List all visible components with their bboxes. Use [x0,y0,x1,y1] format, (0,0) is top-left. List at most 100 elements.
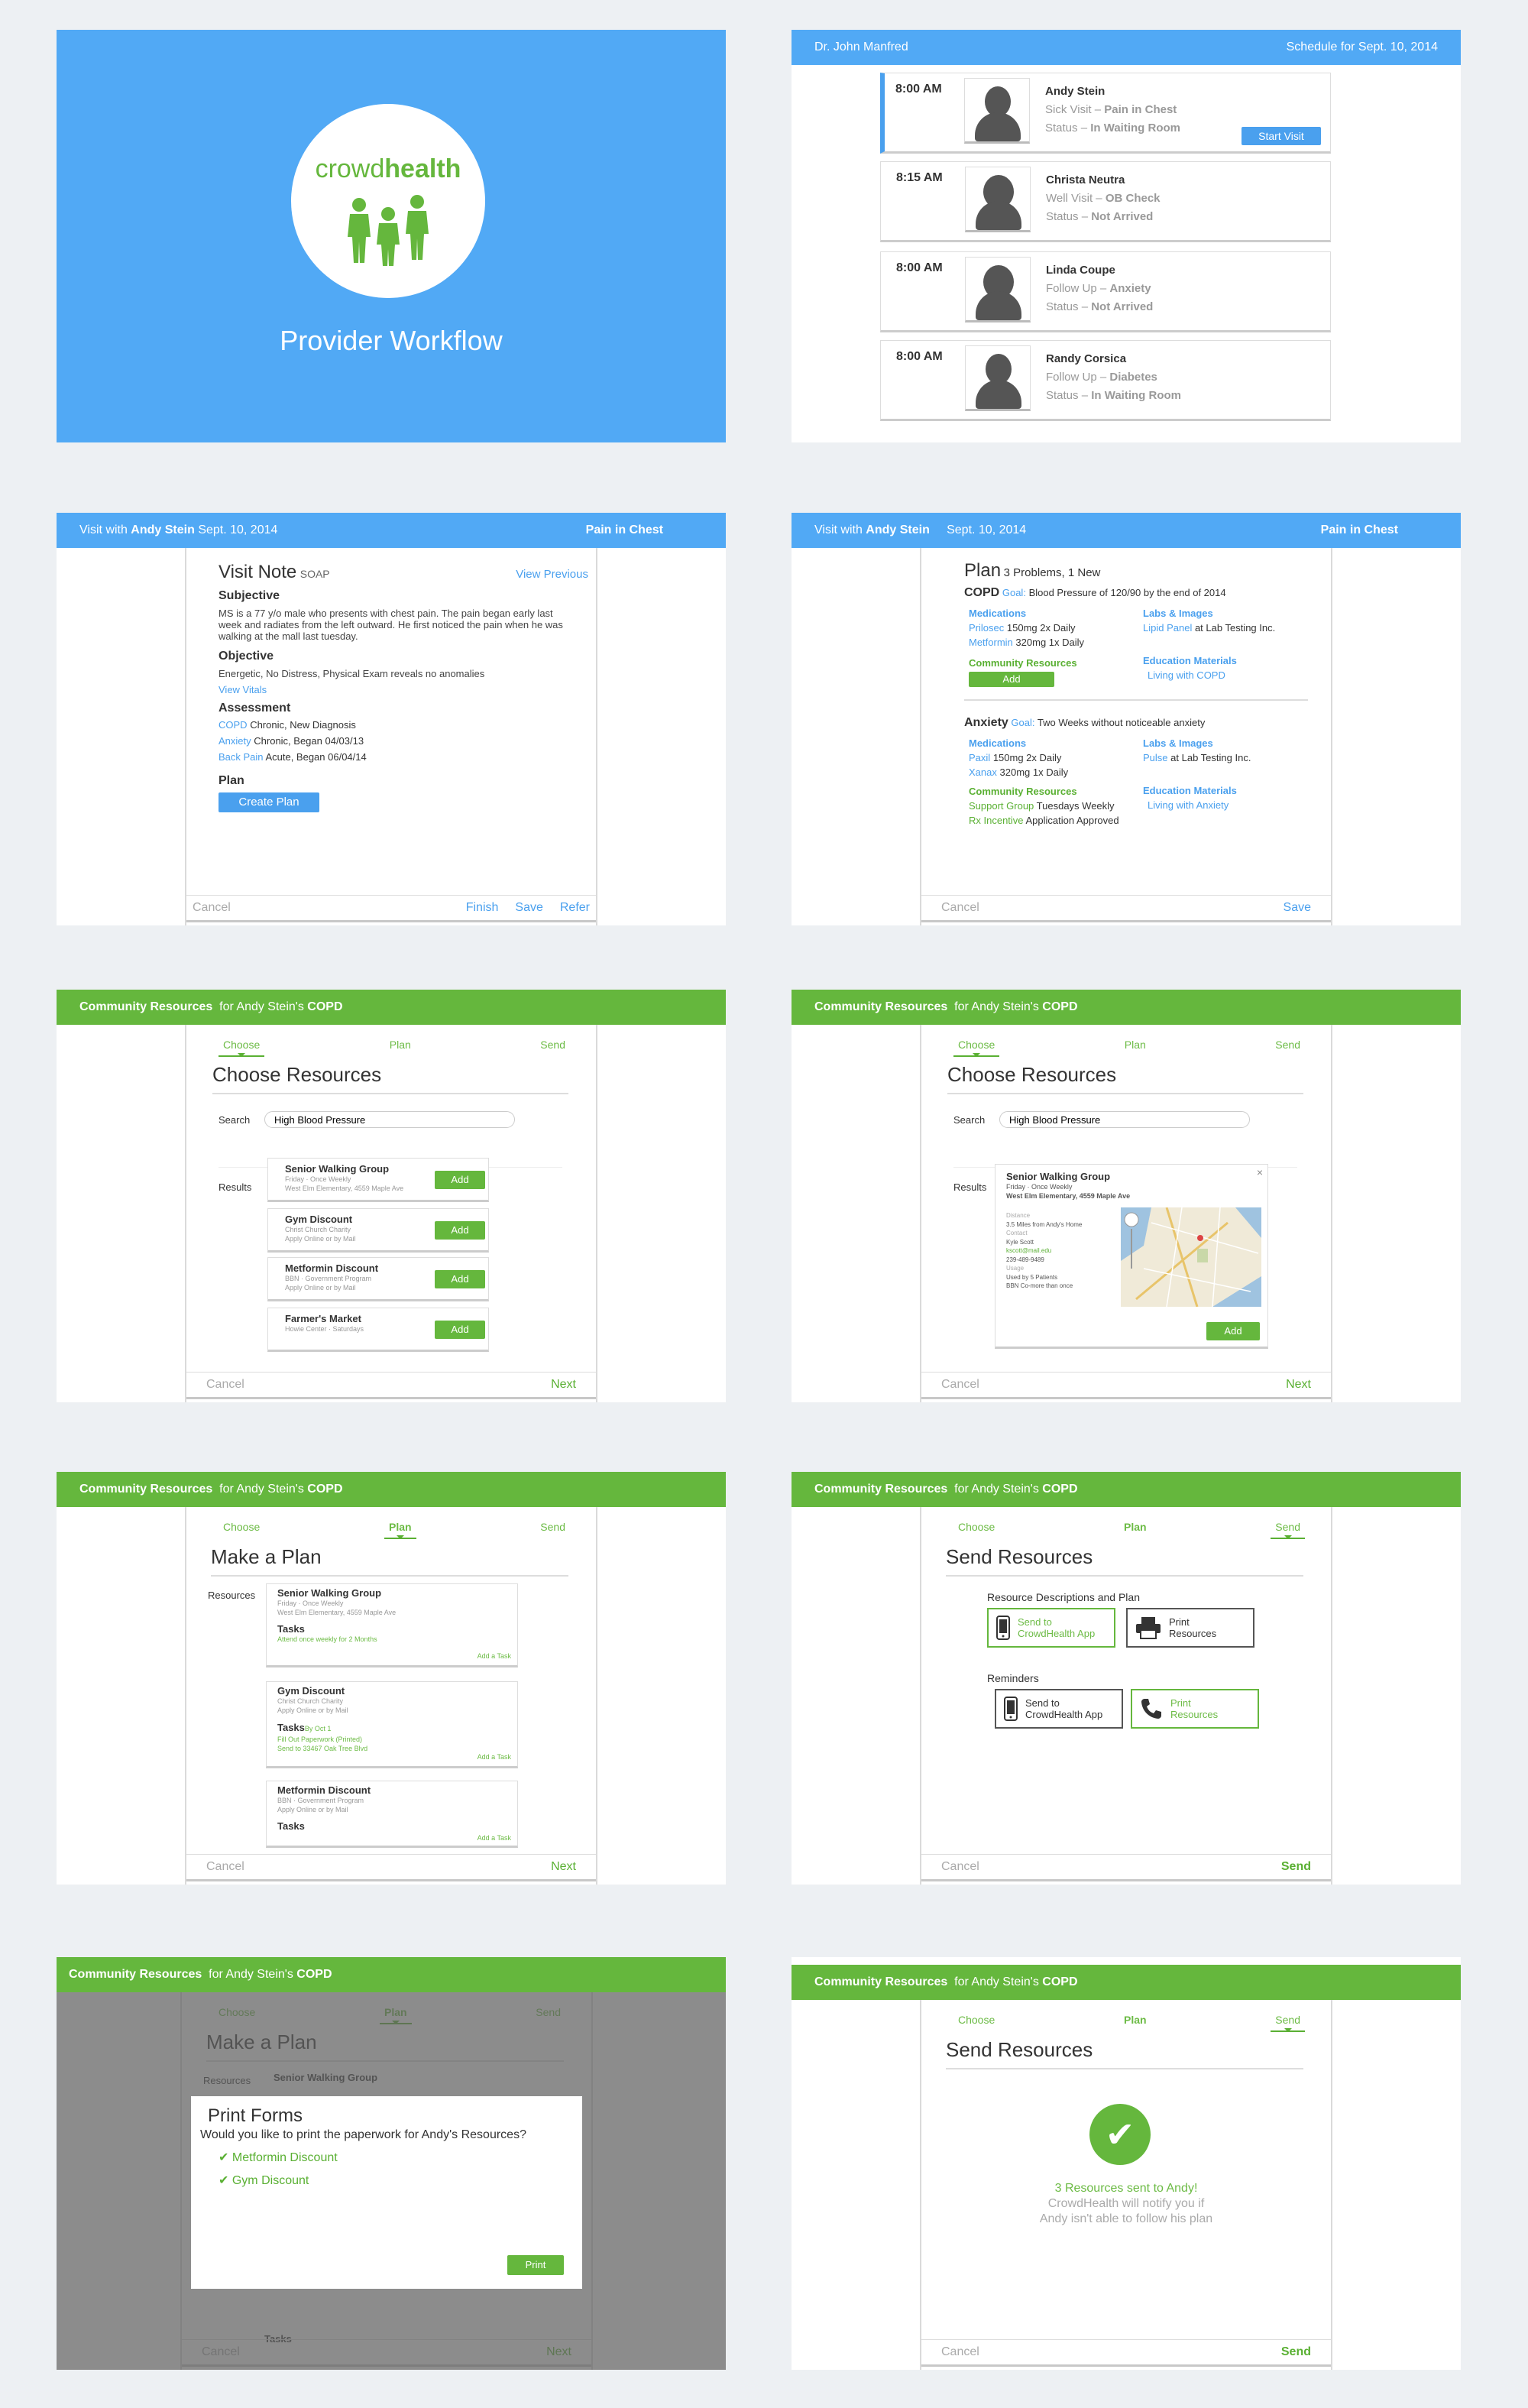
medications-heading: Medications [969,608,1027,619]
step-plan[interactable]: Plan [384,1521,416,1539]
refer-button[interactable]: Refer [560,901,590,914]
next-button[interactable]: Next [551,1378,576,1392]
next-button[interactable]: Next [551,1860,576,1874]
cancel-button[interactable]: Cancel [941,901,979,915]
step-send[interactable]: Send [1275,1039,1300,1051]
education-link[interactable]: Living with Anxiety [1143,798,1251,812]
next-button[interactable]: Next [1286,1378,1311,1392]
med-link[interactable]: Metformin [969,637,1013,648]
education-link[interactable]: Living with COPD [1143,668,1275,682]
community-resources-heading: Community Resources [969,657,1077,669]
step-send[interactable]: Send [1271,2014,1305,2032]
cancel-button[interactable]: Cancel [941,1860,979,1874]
search-input[interactable] [264,1111,515,1128]
resource-detail-card[interactable]: × Senior Walking Group Friday · Once Wee… [995,1164,1268,1349]
step-plan[interactable]: Plan [1125,1039,1146,1051]
result-card[interactable]: Farmer's Market Howie Center · Saturdays … [267,1308,489,1352]
med-link[interactable]: Prilosec [969,622,1004,634]
close-icon[interactable]: × [1257,1166,1263,1178]
med-link[interactable]: Paxil [969,752,990,763]
cr-sheet: Choose Plan Send Send Resources ✔ 3 Resour… [920,2000,1332,2370]
save-button[interactable]: Save [515,901,542,914]
visit-type: Follow Up [1046,371,1097,384]
print-item[interactable]: ✔ Metformin Discount [219,2150,582,2165]
reminder-app-option[interactable]: Send to CrowdHealth App [995,1689,1123,1729]
print-button[interactable]: Print [507,2255,564,2275]
phone-icon [1004,1697,1018,1721]
cr-item: Rx Incentive Application Approved [969,813,1143,828]
intro-subtitle: Provider Workflow [280,325,503,356]
cr-link[interactable]: Support Group [969,800,1034,812]
step-choose[interactable]: Choose [958,2014,995,2026]
send-button[interactable]: Send [1281,1860,1311,1874]
step-send[interactable]: Send [540,1521,565,1533]
assessment-link[interactable]: Anxiety [219,735,251,747]
search-input[interactable] [999,1111,1250,1128]
lab-link[interactable]: Pulse [1143,752,1168,763]
view-previous-link[interactable]: View Previous [516,568,588,581]
cr-link[interactable]: Rx Incentive [969,815,1024,826]
med-link[interactable]: Xanax [969,766,997,778]
assessment-link[interactable]: Back Pain [219,751,264,763]
search-label: Search [219,1113,251,1126]
result-card[interactable]: Senior Walking Group Friday · Once Weekly… [267,1158,489,1202]
section-title: Choose Resources [947,1063,1303,1094]
add-button[interactable]: Add [1206,1322,1260,1340]
assessment-link[interactable]: COPD [219,719,248,731]
step-plan[interactable]: Plan [1124,2014,1147,2026]
step-choose[interactable]: Choose [953,1039,1000,1057]
view-vitals-link[interactable]: View Vitals [219,684,588,695]
cancel-button[interactable]: Cancel [206,1378,244,1392]
start-visit-button[interactable]: Start Visit [1242,127,1321,145]
appointment-card-christa[interactable]: 8:15 AM Christa Neutra Well Visit – OB C… [880,161,1331,242]
detail-line: West Elm Elementary, 4559 Maple Ave [1006,1192,1131,1200]
send-button[interactable]: Send [1281,2345,1311,2359]
step-choose[interactable]: Choose [958,1521,995,1533]
schedule-date: Schedule for Sept. 10, 2014 [1286,41,1438,53]
add-task-link[interactable]: Add a Task [478,1833,511,1842]
map-image[interactable] [1121,1207,1261,1307]
create-plan-button[interactable]: Create Plan [219,792,319,812]
plan-resource-card[interactable]: Gym Discount Christ Church Charity Apply O… [266,1681,518,1768]
cancel-button[interactable]: Cancel [206,1860,244,1874]
add-button[interactable]: Add [435,1221,485,1240]
print-resources-option[interactable]: Print Resources [1126,1608,1254,1648]
reminder-print-option[interactable]: Print Resources [1131,1689,1259,1729]
plan-resource-card[interactable]: Senior Walking Group Friday · Once Weekly… [266,1583,518,1667]
add-task-link[interactable]: Add a Task [478,1752,511,1761]
cancel-button[interactable]: Cancel [193,901,231,915]
result-card[interactable]: Metformin Discount BBN · Government Progr… [267,1257,489,1301]
cr-text: Tuesdays Weekly [1036,800,1115,812]
plan-resource-card[interactable]: Metformin Discount BBN · Government Progr… [266,1781,518,1848]
step-send[interactable]: Send [1271,1521,1305,1539]
task-item[interactable]: Attend once weekly for 2 Months [277,1635,517,1644]
step-send[interactable]: Send [540,1039,565,1051]
task-item[interactable]: Fill Out Paperwork (Printed) [277,1735,517,1744]
add-button[interactable]: Add [435,1321,485,1339]
print-item[interactable]: ✔ Gym Discount [219,2173,582,2188]
add-button[interactable]: Add [435,1270,485,1288]
send-to-app-option[interactable]: Send to CrowdHealth App [987,1608,1115,1648]
step-choose[interactable]: Choose [223,1521,260,1533]
goal-label: Goal: [1011,717,1035,728]
tasks-label: Tasks [277,1623,305,1635]
add-button[interactable]: Add [435,1171,485,1189]
appointment-card-linda[interactable]: 8:00 AM Linda Coupe Follow Up – Anxiety … [880,251,1331,332]
add-resource-button[interactable]: Add [969,672,1054,687]
cr-title: Community Resources [79,1000,213,1013]
save-button[interactable]: Save [1284,901,1311,915]
status-value: Not Arrived [1091,300,1154,313]
step-plan[interactable]: Plan [1124,1521,1147,1533]
appointment-card-andy[interactable]: 8:00 AM Andy Stein Sick Visit – Pain in … [880,73,1331,154]
lab-link[interactable]: Lipid Panel [1143,622,1192,634]
cancel-button[interactable]: Cancel [941,2345,979,2359]
cancel-button[interactable]: Cancel [941,1378,979,1392]
appointment-card-randy[interactable]: 8:00 AM Randy Corsica Follow Up – Diabet… [880,340,1331,421]
step-plan[interactable]: Plan [390,1039,411,1051]
assessment-item: Back Pain Acute, Began 06/04/14 [219,749,588,765]
finish-button[interactable]: Finish [466,901,499,914]
result-card[interactable]: Gym Discount Christ Church Charity Apply O… [267,1208,489,1253]
step-choose[interactable]: Choose [218,1039,265,1057]
add-task-link[interactable]: Add a Task [478,1651,511,1661]
cr-for: for Andy Stein's [954,1000,1039,1013]
